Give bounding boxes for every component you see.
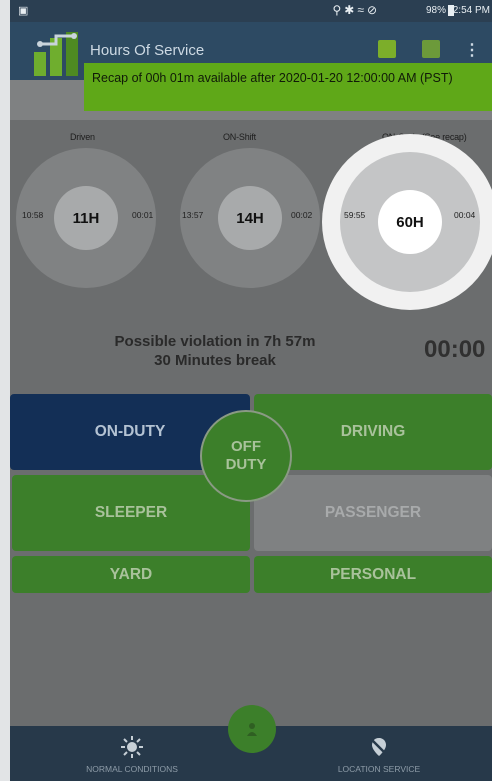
violation-line: Possible violation in 7h 57m [114, 333, 316, 350]
location-service-label: LOCATION SERVICE [337, 764, 421, 774]
location-service-button[interactable]: LOCATION SERVICE [314, 736, 444, 774]
break-timer: 00:00 [424, 336, 486, 363]
oncycle-remaining: 59:55 [344, 210, 366, 220]
gauge-title-onshift: ON-Shift [223, 132, 256, 142]
onshift-remaining: 13:57 [182, 210, 204, 220]
off-duty-label-line2: DUTY [225, 456, 267, 473]
oncycle-used: 00:04 [454, 210, 476, 220]
recap-tooltip: Recap of 00h 01m available after 2020-01… [84, 63, 492, 111]
screen-bezel [0, 0, 10, 781]
onshift-gauge-value: 14H [218, 186, 282, 250]
passenger-button[interactable]: PASSENGER [254, 475, 492, 551]
personal-button[interactable]: PERSONAL [254, 556, 492, 593]
normal-conditions-button[interactable]: NORMAL CONDITIONS [72, 736, 192, 774]
app-screen: ▣ ⚲✱≈⊘ 98% 2:54 PM Hours Of Service ⋮ Re… [10, 0, 492, 781]
app-logo-icon [30, 30, 82, 76]
normal-conditions-label: NORMAL CONDITIONS [86, 764, 178, 774]
clock: 2:54 PM [452, 5, 490, 16]
status-bar: ▣ ⚲✱≈⊘ 98% 2:54 PM [10, 0, 492, 22]
display-icon[interactable] [422, 40, 440, 58]
off-duty-label-line1: OFF [231, 438, 261, 455]
battery-level: 98% [425, 5, 446, 16]
device-icon[interactable] [378, 40, 396, 58]
break-line: 30 Minutes break [154, 352, 276, 369]
notification-icon: ▣ [18, 5, 29, 17]
driven-used: 00:01 [132, 210, 154, 220]
gauge-title-driven: Driven [70, 132, 95, 142]
connectivity-icons: ⚲✱≈⊘ [332, 3, 380, 17]
oncycle-gauge: 60H [340, 152, 480, 292]
driven-remaining: 10:58 [22, 210, 44, 220]
location-off-icon [370, 738, 388, 756]
yard-button[interactable]: YARD [12, 556, 250, 593]
sun-icon [121, 736, 143, 758]
user-icon [247, 723, 257, 736]
off-duty-button[interactable]: OFF DUTY [200, 410, 292, 502]
oncycle-gauge-highlight[interactable]: 60H [322, 134, 492, 310]
violation-notice: Possible violation in 7h 57m 30 Minutes … [80, 332, 350, 370]
page-title: Hours Of Service [90, 42, 205, 59]
driven-gauge-value: 11H [54, 186, 118, 250]
onshift-used: 00:02 [291, 210, 313, 220]
more-options-icon[interactable]: ⋮ [464, 40, 480, 60]
user-fab-button[interactable] [228, 705, 276, 753]
oncycle-gauge-value: 60H [378, 190, 442, 254]
